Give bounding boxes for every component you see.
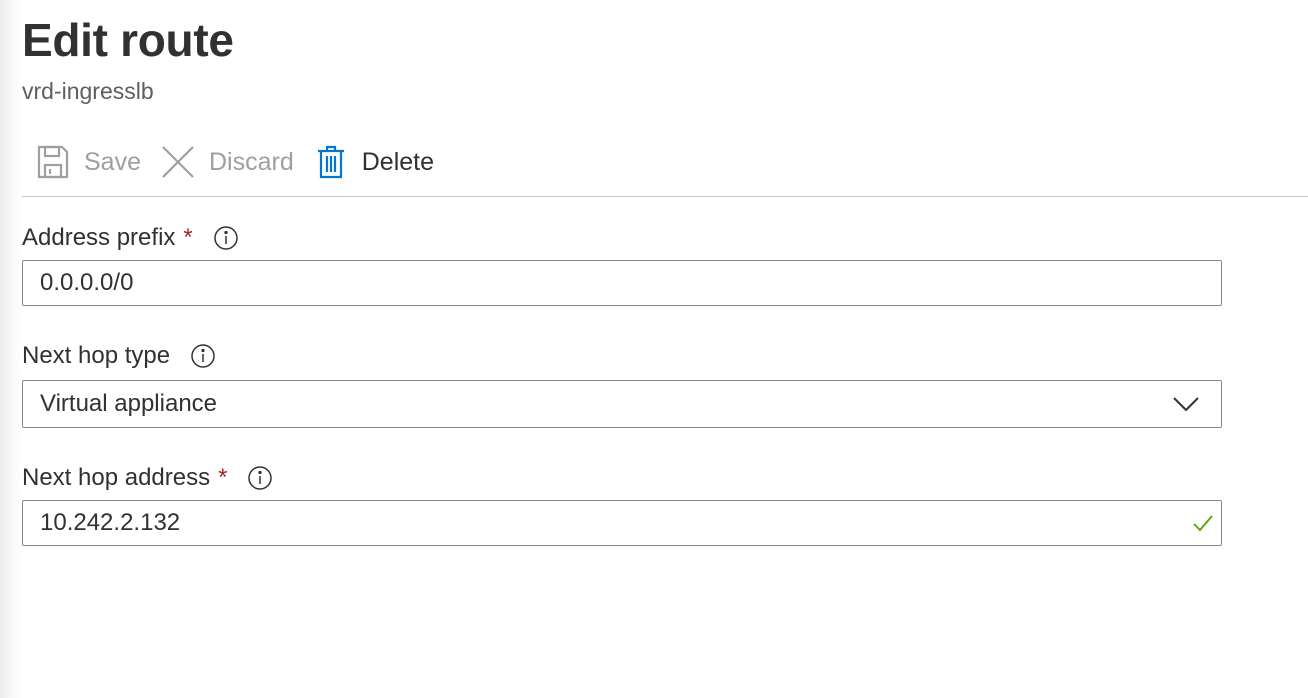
next-hop-type-dropdown[interactable]: Virtual appliance [22, 380, 1222, 428]
info-icon[interactable] [190, 343, 216, 369]
discard-button[interactable]: Discard [147, 140, 300, 184]
close-icon [161, 144, 195, 180]
next-hop-type-label: Next hop type [22, 340, 216, 372]
address-prefix-label-text: Address prefix [22, 224, 176, 251]
command-bar: Save Discard Delete [22, 140, 440, 184]
trash-icon [314, 144, 348, 180]
required-indicator: * [183, 224, 193, 251]
toolbar-divider [22, 196, 1308, 197]
required-indicator: * [218, 464, 228, 491]
delete-label: Delete [361, 147, 434, 176]
next-hop-address-label-text: Next hop address [22, 464, 211, 491]
next-hop-type-selected: Virtual appliance [40, 390, 218, 417]
chevron-down-icon [1172, 394, 1200, 414]
next-hop-type-label-text: Next hop type [22, 342, 171, 369]
next-hop-address-input[interactable] [22, 500, 1222, 546]
address-prefix-label: Address prefix * [22, 222, 239, 254]
save-label: Save [84, 147, 141, 176]
info-icon[interactable] [213, 225, 239, 251]
address-prefix-input[interactable] [22, 260, 1222, 306]
blade-edge-shadow [0, 0, 22, 698]
page-subtitle: vrd-ingresslb [22, 78, 154, 104]
info-icon[interactable] [247, 465, 273, 491]
checkmark-icon [1192, 512, 1214, 534]
save-button[interactable]: Save [22, 140, 147, 184]
save-icon [36, 144, 70, 180]
page-title: Edit route [22, 14, 234, 66]
delete-button[interactable]: Delete [300, 140, 440, 184]
next-hop-address-field [22, 500, 1222, 546]
next-hop-address-label: Next hop address * [22, 462, 273, 494]
discard-label: Discard [208, 147, 294, 176]
